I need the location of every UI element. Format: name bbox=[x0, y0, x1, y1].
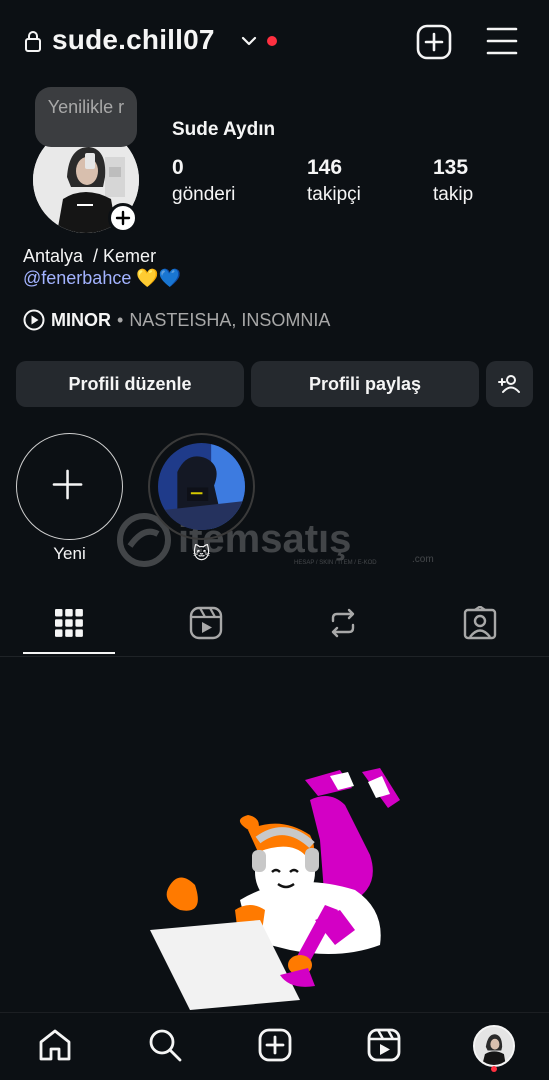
highlight-item[interactable] bbox=[148, 433, 255, 540]
watermark-sub: HESAP / SKIN / ITEM / E-KOD bbox=[294, 560, 377, 566]
repost-icon bbox=[331, 608, 355, 638]
tab-reposts[interactable] bbox=[288, 600, 398, 646]
followers-count[interactable]: 146 bbox=[307, 156, 342, 180]
search-icon[interactable] bbox=[147, 1027, 183, 1063]
bio-location: Antalya / Kemer bbox=[23, 246, 157, 266]
following-count[interactable]: 135 bbox=[433, 156, 468, 180]
tab-posts[interactable] bbox=[14, 600, 124, 646]
following-label[interactable]: takip bbox=[433, 184, 473, 206]
add-story-button[interactable] bbox=[108, 203, 138, 233]
tabs-divider bbox=[0, 656, 549, 657]
notification-dot bbox=[267, 36, 277, 46]
plus-icon bbox=[52, 469, 83, 500]
watermark-suffix: .com bbox=[412, 554, 434, 565]
create-post-icon[interactable] bbox=[416, 24, 452, 60]
plus-icon bbox=[115, 210, 131, 226]
username-switcher[interactable]: sude.chill07 bbox=[52, 24, 215, 56]
empty-state-illustration bbox=[150, 768, 400, 1010]
profile-notification-dot bbox=[491, 1066, 497, 1072]
bio-mention-link[interactable]: @fenerbahce 💛💙 bbox=[23, 268, 181, 289]
music-song: NASTEISHA, INSOMNIA bbox=[129, 309, 331, 330]
new-highlight-button[interactable] bbox=[16, 433, 123, 540]
create-icon[interactable] bbox=[257, 1027, 293, 1063]
highlight-cover bbox=[158, 443, 245, 530]
discover-people-button[interactable] bbox=[486, 361, 533, 407]
display-name: Sude Aydın bbox=[172, 119, 276, 140]
tab-reels[interactable] bbox=[151, 600, 261, 646]
play-icon bbox=[23, 309, 45, 331]
highlight-label: 🐱 bbox=[192, 544, 211, 563]
profile-avatar[interactable] bbox=[473, 1025, 515, 1067]
posts-label: gönderi bbox=[172, 184, 236, 205]
music-artist: MINOR bbox=[51, 309, 111, 330]
menu-icon[interactable] bbox=[486, 26, 518, 56]
home-icon[interactable] bbox=[37, 1027, 73, 1063]
posts-count: 0 bbox=[172, 156, 184, 179]
grid-icon bbox=[55, 609, 83, 637]
share-profile-button[interactable]: Profili paylaş bbox=[251, 361, 479, 407]
tagged-icon bbox=[463, 606, 497, 640]
profile-music[interactable]: MINOR • NASTEISHA, INSOMNIA bbox=[23, 309, 330, 331]
active-tab-indicator bbox=[23, 652, 115, 654]
note-text: Yenilikle r bbox=[47, 97, 125, 117]
add-person-icon bbox=[497, 375, 520, 393]
music-separator: • bbox=[117, 309, 124, 330]
lock-icon bbox=[25, 31, 41, 52]
reels-icon bbox=[189, 606, 223, 640]
new-highlight-label: Yeni bbox=[53, 544, 86, 563]
chevron-down-icon[interactable] bbox=[240, 32, 258, 50]
followers-label[interactable]: takipçi bbox=[307, 184, 361, 206]
edit-profile-button[interactable]: Profili düzenle bbox=[16, 361, 244, 407]
tab-tagged[interactable] bbox=[425, 600, 535, 646]
reels-icon[interactable] bbox=[366, 1027, 402, 1063]
